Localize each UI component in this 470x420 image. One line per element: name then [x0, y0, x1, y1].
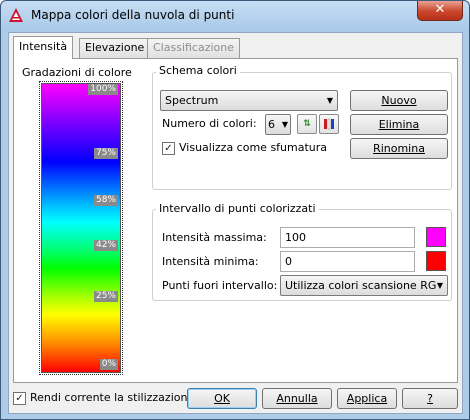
cancel-label: Annulla	[276, 392, 318, 405]
apply-label: Applica	[346, 392, 388, 405]
min-color-swatch[interactable]	[426, 251, 446, 271]
colorized-range-title: Intervallo di punti colorizzati	[156, 202, 319, 215]
min-intensity-input[interactable]: 0	[280, 251, 415, 272]
max-color-swatch[interactable]	[426, 227, 446, 247]
rename-scheme-button[interactable]: Rinomina	[350, 138, 448, 159]
color-scheme-value: Spectrum	[165, 94, 219, 107]
gradient-tick: 58%	[93, 195, 118, 206]
color-scheme-title: Schema colori	[156, 64, 240, 77]
out-of-range-label: Punti fuori intervallo:	[162, 279, 278, 292]
autocad-logo-icon	[9, 8, 23, 22]
cancel-button[interactable]: Annulla	[262, 388, 332, 409]
ok-label: OK	[214, 392, 230, 405]
color-count-label: Numero di colori:	[162, 117, 257, 130]
dialog-client: Intensità Elevazione Classificazione Gra…	[8, 32, 463, 414]
out-of-range-value: Utilizza colori scansione RG	[285, 279, 437, 292]
color-gradient-bar: 100% 75% 58% 42% 25% 0%	[39, 81, 123, 375]
min-intensity-label: Intensità minima:	[162, 255, 259, 268]
chevron-down-icon: ▼	[281, 120, 288, 129]
help-label: ?	[427, 392, 433, 405]
invert-colors-icon[interactable]	[319, 114, 339, 134]
close-button[interactable]: ✕	[417, 1, 463, 21]
chevron-down-icon: ▼	[326, 96, 333, 105]
swap-colors-icon[interactable]: ⇅	[297, 114, 317, 134]
color-scheme-select[interactable]: Spectrum ▼	[160, 90, 338, 111]
color-count-value: 6	[268, 118, 275, 131]
rename-scheme-label: Rinomina	[373, 142, 425, 155]
title-bar[interactable]: Mappa colori della nuvola di punti ✕	[1, 1, 469, 31]
gradient-tick: 0%	[99, 359, 118, 370]
color-count-select[interactable]: 6 ▼	[265, 114, 291, 135]
gradient-tick: 75%	[93, 148, 118, 159]
out-of-range-select[interactable]: Utilizza colori scansione RG ▼	[280, 275, 448, 296]
max-intensity-input[interactable]: 100	[280, 227, 415, 248]
tab-classificazione: Classificazione	[147, 38, 241, 58]
apply-button[interactable]: Applica	[337, 388, 397, 409]
tab-panel-intensita: Gradazioni di colore 100% 75% 58% 42% 25…	[13, 58, 458, 383]
current-style-checkbox[interactable]: ✓	[13, 392, 26, 405]
delete-scheme-label: Elimina	[378, 118, 420, 131]
gradient-tick: 25%	[93, 291, 118, 302]
chevron-down-icon: ▼	[436, 281, 443, 290]
tab-intensita[interactable]: Intensità	[13, 36, 74, 59]
tab-elevazione[interactable]: Elevazione	[79, 38, 151, 58]
current-style-label: Rendi corrente la stilizzazione	[30, 391, 195, 404]
gradient-label: Gradazioni di colore	[22, 66, 132, 79]
window-title: Mappa colori della nuvola di punti	[31, 8, 235, 22]
gradient-tick: 42%	[93, 240, 118, 251]
dialog-window: Mappa colori della nuvola di punti ✕ Int…	[0, 0, 470, 420]
new-scheme-label: Nuovo	[381, 94, 417, 107]
help-button[interactable]: ?	[402, 388, 458, 409]
delete-scheme-button[interactable]: Elimina	[350, 114, 448, 135]
ok-button[interactable]: OK	[187, 388, 257, 409]
max-intensity-label: Intensità massima:	[162, 231, 267, 244]
show-gradient-label: Visualizza come sfumatura	[179, 141, 328, 154]
show-gradient-checkbox[interactable]: ✓	[162, 142, 175, 155]
new-scheme-button[interactable]: Nuovo	[350, 90, 448, 111]
gradient-tick: 100%	[88, 84, 118, 95]
